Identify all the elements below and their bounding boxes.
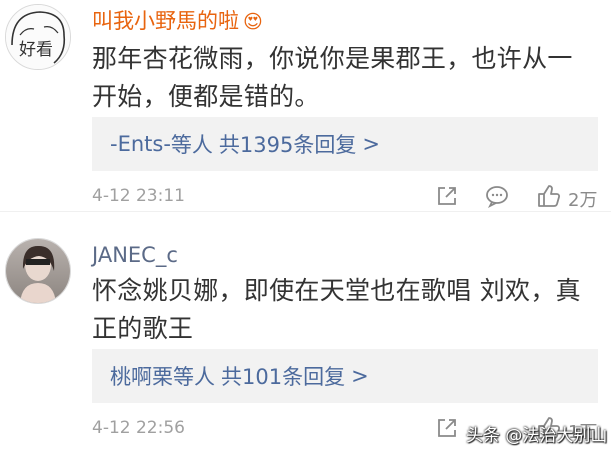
- like-icon[interactable]: [536, 183, 562, 209]
- share-icon[interactable]: [434, 183, 460, 209]
- comment-meta: 4-12 23:11 2万: [92, 183, 611, 213]
- chevron-right-icon: >: [351, 364, 369, 388]
- reply-names[interactable]: 桃啊栗: [110, 361, 173, 391]
- comment-item: 好看 叫我小野馬的啦 😍 那年杏花微雨，你说你是果郡王，也许从一开始，便都是错的。…: [0, 0, 611, 211]
- reply-suffix: 等人: [170, 133, 213, 157]
- reply-count[interactable]: 共1395条回复: [219, 129, 356, 159]
- avatar[interactable]: [5, 238, 71, 304]
- comment-text: 那年杏花微雨，你说你是果郡王，也许从一开始，便都是错的。: [92, 44, 573, 111]
- chevron-right-icon: >: [362, 132, 380, 156]
- reply-names[interactable]: -Ents-: [110, 132, 171, 156]
- reply-preview-button[interactable]: 桃啊栗 等人 共101条回复 >: [92, 349, 598, 403]
- reply-count[interactable]: 共101条回复: [221, 361, 345, 391]
- username[interactable]: JANEC_c: [92, 242, 178, 268]
- avatar-text: 好看: [19, 40, 53, 60]
- reply-preview-button[interactable]: -Ents- 等人 共1395条回复 >: [92, 117, 598, 171]
- reply-suffix: 等人: [173, 365, 215, 389]
- username-text[interactable]: 叫我小野馬的啦: [92, 9, 239, 33]
- like-count: 2万: [568, 190, 598, 211]
- timestamp: 4-12 22:56: [92, 418, 185, 438]
- share-icon[interactable]: [434, 415, 460, 441]
- username[interactable]: 叫我小野馬的啦 😍: [92, 8, 263, 35]
- timestamp: 4-12 23:11: [92, 186, 185, 206]
- comment-item: JANEC_c 怀念姚贝娜，即使在天堂也在歌唱 刘欢，真正的歌王 桃啊栗 等人 …: [0, 212, 611, 456]
- watermark: 头条 @法治大别山: [466, 426, 608, 446]
- heart-eyes-emoji-icon: 😍: [243, 11, 263, 33]
- comment-icon[interactable]: [484, 183, 510, 209]
- comment-text: 怀念姚贝娜，即使在天堂也在歌唱 刘欢，真正的歌王: [92, 276, 581, 343]
- avatar[interactable]: 好看: [5, 4, 71, 70]
